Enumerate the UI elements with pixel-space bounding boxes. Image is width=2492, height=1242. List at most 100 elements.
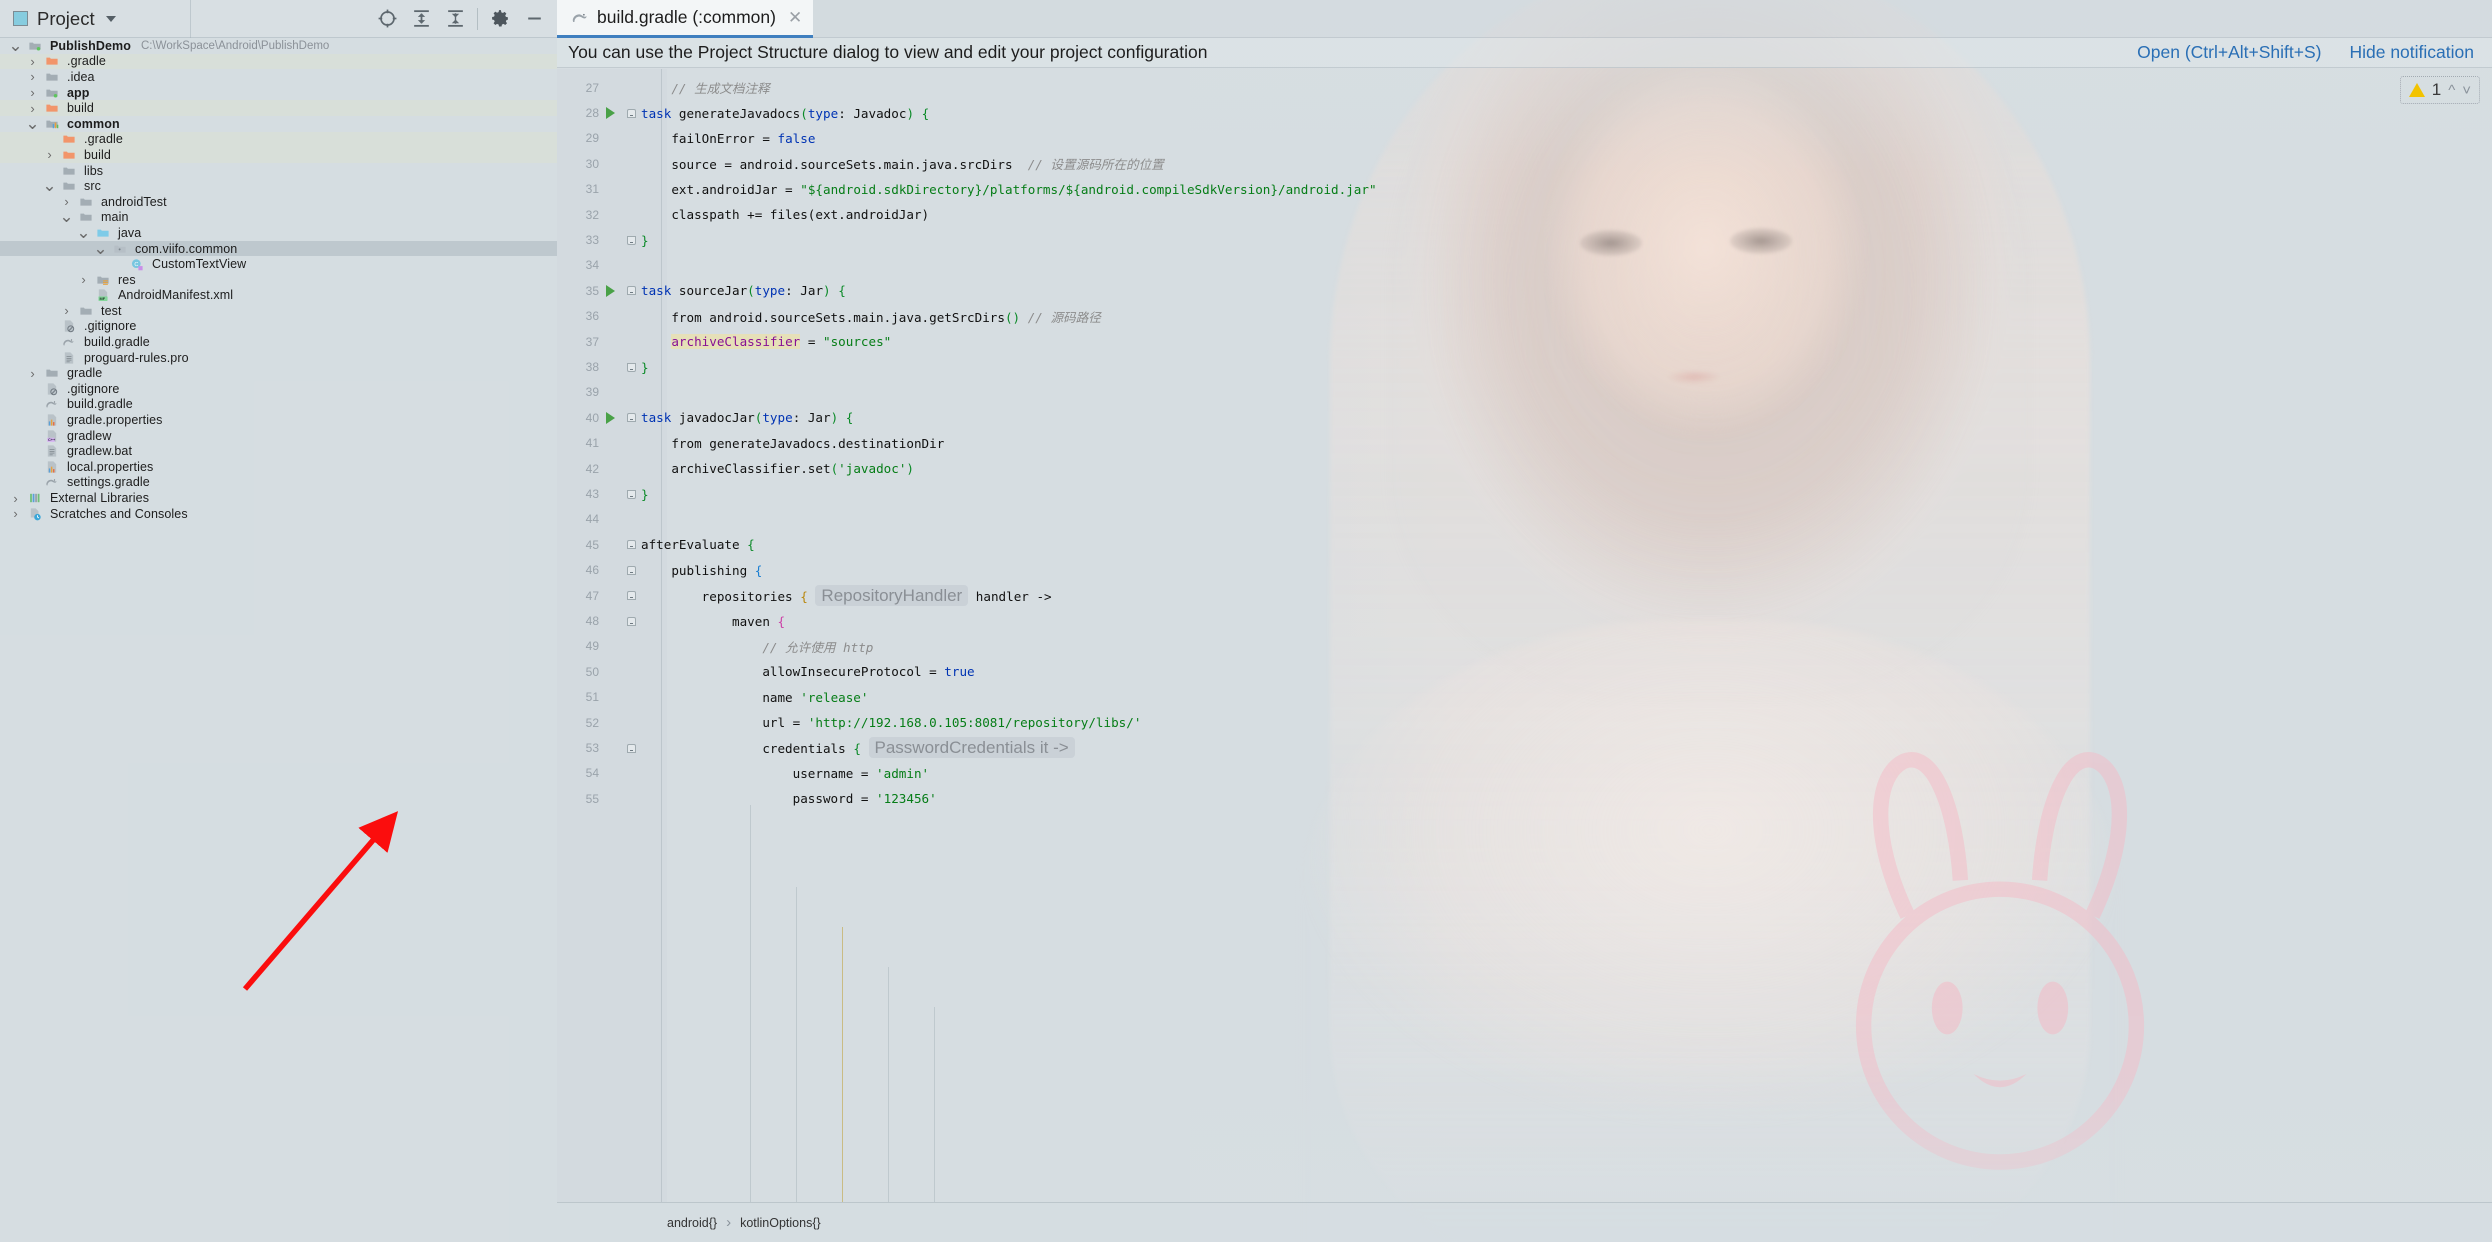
code-line-36[interactable]: 36 from android.sourceSets.main.java.get…: [557, 304, 2492, 329]
run-task-icon[interactable]: [599, 284, 621, 297]
chevron-right-icon[interactable]: ›: [23, 69, 42, 84]
tree-node-gradlew-bat[interactable]: gradlew.bat: [0, 443, 557, 459]
code-line-29[interactable]: 29 failOnError = false: [557, 126, 2492, 151]
code-line-41[interactable]: 41 from generateJavadocs.destinationDir: [557, 431, 2492, 456]
code-line-55[interactable]: 55 password = '123456': [557, 786, 2492, 811]
tree-node--gradle[interactable]: .gradle: [0, 131, 557, 148]
tree-node-com-viifo-common[interactable]: ⌄ com.viifo.common: [0, 240, 557, 257]
tree-node-gradle-properties[interactable]: gradle.properties: [0, 412, 557, 428]
chevron-down-icon[interactable]: ⌄: [23, 115, 42, 132]
breadcrumb-item[interactable]: kotlinOptions{}: [740, 1216, 821, 1230]
tree-node-build-gradle[interactable]: build.gradle: [0, 334, 557, 350]
project-view-selector[interactable]: Project: [0, 0, 190, 37]
fold-toggle-icon[interactable]: [621, 540, 641, 550]
notification-open-link[interactable]: Open (Ctrl+Alt+Shift+S): [2137, 42, 2321, 63]
code-line-47[interactable]: 47 repositories { RepositoryHandler hand…: [557, 583, 2492, 608]
tree-node--gitignore[interactable]: .gitignore: [0, 381, 557, 397]
tree-node-libs[interactable]: libs: [0, 163, 557, 179]
tree-node-build-gradle[interactable]: build.gradle: [0, 397, 557, 413]
chevron-down-icon[interactable]: ⌄: [40, 177, 59, 194]
collapse-all-icon[interactable]: [438, 2, 472, 36]
fold-toggle-icon[interactable]: [621, 489, 641, 499]
code-line-53[interactable]: 53 credentials { PasswordCredentials it …: [557, 735, 2492, 760]
tree-node-src[interactable]: ⌄ src: [0, 177, 557, 194]
chevron-down-icon[interactable]: ⌄: [91, 240, 110, 257]
code-line-31[interactable]: 31 ext.androidJar = "${android.sdkDirect…: [557, 177, 2492, 202]
code-line-48[interactable]: 48 maven {: [557, 608, 2492, 633]
close-icon[interactable]: ✕: [788, 8, 802, 28]
code-line-28[interactable]: 28 task generateJavadocs(type: Javadoc) {: [557, 100, 2492, 125]
code-line-51[interactable]: 51 name 'release': [557, 685, 2492, 710]
chevron-down-icon[interactable]: ⌄: [74, 224, 93, 241]
chevron-down-icon[interactable]: ⌄: [57, 208, 76, 225]
code-line-45[interactable]: 45 afterEvaluate {: [557, 532, 2492, 557]
breadcrumb-item[interactable]: android{}: [667, 1216, 717, 1230]
tree-node-publishdemo[interactable]: ⌄ PublishDemo C:\WorkSpace\Android\Publish…: [0, 37, 557, 54]
gear-icon[interactable]: [483, 2, 517, 36]
fold-toggle-icon[interactable]: [621, 743, 641, 753]
minimize-icon[interactable]: [517, 2, 551, 36]
chevron-down-icon[interactable]: [105, 15, 116, 22]
tree-node-proguard-rules-pro[interactable]: proguard-rules.pro: [0, 350, 557, 366]
tree-node-res[interactable]: › res: [0, 272, 557, 288]
breadcrumb[interactable]: android{} › kotlinOptions{}: [557, 1202, 2492, 1242]
tree-node-build[interactable]: › build: [0, 147, 557, 163]
chevron-right-icon[interactable]: ›: [6, 491, 25, 506]
code-line-42[interactable]: 42 archiveClassifier.set('javadoc'): [557, 456, 2492, 481]
code-line-40[interactable]: 40 task javadocJar(type: Jar) {: [557, 405, 2492, 430]
run-task-icon[interactable]: [599, 411, 621, 424]
tree-node-common[interactable]: ⌄ common: [0, 115, 557, 132]
tree-node-external-libraries[interactable]: › External Libraries: [0, 490, 557, 506]
fold-toggle-icon[interactable]: [621, 616, 641, 626]
tree-node-app[interactable]: › app: [0, 85, 557, 101]
chevron-right-icon[interactable]: ›: [6, 506, 25, 521]
code-line-52[interactable]: 52 url = 'http://192.168.0.105:8081/repo…: [557, 710, 2492, 735]
tree-node--gradle[interactable]: › .gradle: [0, 53, 557, 70]
tree-node-local-properties[interactable]: local.properties: [0, 459, 557, 475]
fold-toggle-icon[interactable]: [621, 362, 641, 372]
code-line-33[interactable]: 33}: [557, 227, 2492, 252]
inspection-status-widget[interactable]: 1 ^ ˅: [2399, 76, 2480, 104]
fold-toggle-icon[interactable]: [621, 286, 641, 296]
code-line-37[interactable]: 37 archiveClassifier = "sources": [557, 329, 2492, 354]
code-line-54[interactable]: 54 username = 'admin': [557, 761, 2492, 786]
chevron-right-icon[interactable]: ›: [23, 54, 42, 69]
tree-node-gradlew[interactable]: C++ gradlew: [0, 428, 557, 444]
code-line-38[interactable]: 38}: [557, 354, 2492, 379]
tree-node-settings-gradle[interactable]: settings.gradle: [0, 475, 557, 491]
notification-hide-link[interactable]: Hide notification: [2349, 42, 2474, 63]
chevron-down-icon[interactable]: ⌄: [6, 37, 25, 54]
code-line-35[interactable]: 35 task sourceJar(type: Jar) {: [557, 278, 2492, 303]
tree-node-java[interactable]: ⌄ java: [0, 224, 557, 241]
tree-node-androidmanifest-xml[interactable]: MF AndroidManifest.xml: [0, 288, 557, 304]
chevron-right-icon[interactable]: ›: [57, 303, 76, 318]
tree-node-gradle[interactable]: › gradle: [0, 365, 557, 381]
code-line-44[interactable]: 44: [557, 507, 2492, 532]
code-line-50[interactable]: 50 allowInsecureProtocol = true: [557, 659, 2492, 684]
project-file-tree[interactable]: ⌄ PublishDemo C:\WorkSpace\Android\Publish…: [0, 37, 557, 522]
tree-node-scratches-and-consoles[interactable]: › Scratches and Consoles: [0, 506, 557, 522]
fold-toggle-icon[interactable]: [621, 235, 641, 245]
chevron-right-icon[interactable]: ›: [23, 366, 42, 381]
fold-toggle-icon[interactable]: [621, 413, 641, 423]
chevron-up-icon[interactable]: ^: [2448, 82, 2455, 99]
expand-all-icon[interactable]: [404, 2, 438, 36]
code-line-46[interactable]: 46 publishing {: [557, 558, 2492, 583]
locate-target-icon[interactable]: [370, 2, 404, 36]
tree-node--gitignore[interactable]: .gitignore: [0, 319, 557, 335]
tree-node-build[interactable]: › build: [0, 100, 557, 116]
code-line-27[interactable]: 27 // 生成文档注释: [557, 75, 2492, 100]
tree-node-customtextview[interactable]: C CustomTextView: [0, 256, 557, 272]
code-lines[interactable]: 27 // 生成文档注释 28 task generateJavadocs(type…: [557, 69, 2492, 1202]
code-editor[interactable]: 27 // 生成文档注释 28 task generateJavadocs(type…: [557, 69, 2492, 1202]
code-line-34[interactable]: 34: [557, 253, 2492, 278]
editor-tab-build-gradle[interactable]: build.gradle (:common) ✕: [557, 0, 814, 38]
tree-node-androidtest[interactable]: › androidTest: [0, 194, 557, 210]
code-line-30[interactable]: 30 source = android.sourceSets.main.java…: [557, 151, 2492, 176]
tree-node-test[interactable]: › test: [0, 303, 557, 319]
chevron-right-icon[interactable]: ›: [23, 85, 42, 100]
chevron-right-icon[interactable]: ›: [74, 272, 93, 287]
fold-toggle-icon[interactable]: [621, 565, 641, 575]
tree-node--idea[interactable]: › .idea: [0, 69, 557, 85]
fold-toggle-icon[interactable]: [621, 591, 641, 601]
